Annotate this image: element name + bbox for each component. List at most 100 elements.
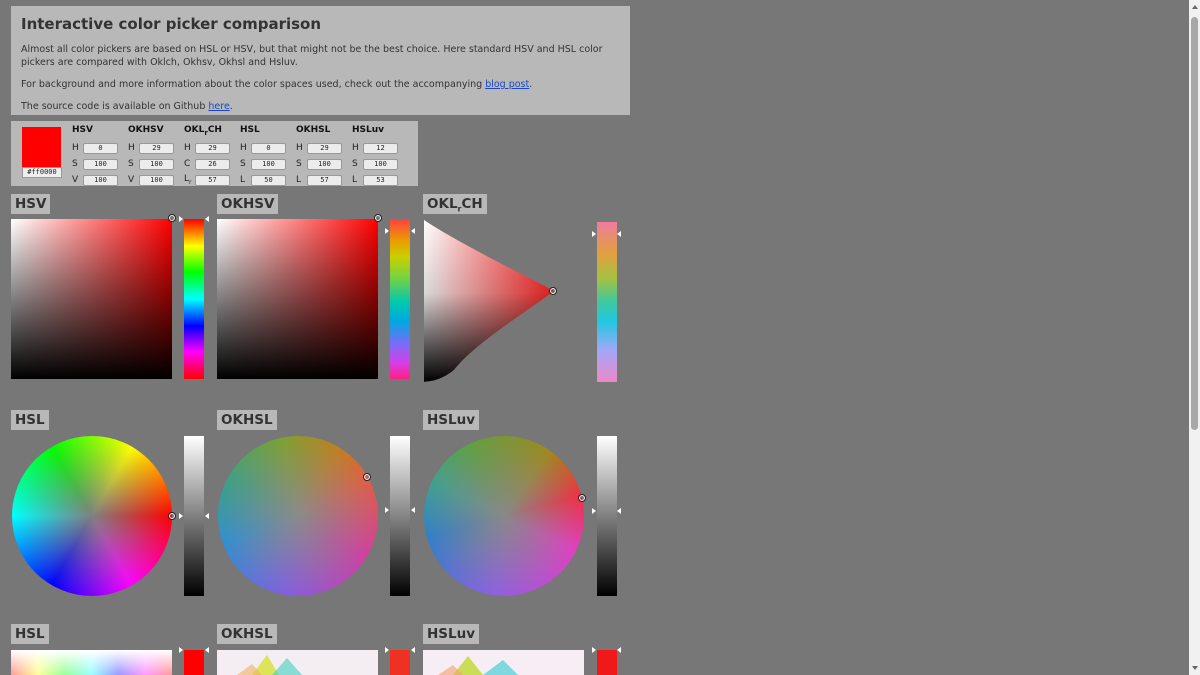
hsv-v-label: V (72, 175, 79, 185)
hsluv-s-label: S (352, 159, 358, 169)
okhsl-l-input[interactable]: 57 (307, 174, 342, 186)
oklrch-l-label-sub: r (189, 178, 192, 186)
hsluv-s-input[interactable]: 100 (363, 158, 398, 170)
okhsl-lightness-slider[interactable] (390, 436, 410, 596)
hsv-section-title: HSV (11, 194, 51, 214)
okhsv-square-handle-icon[interactable] (374, 214, 382, 222)
scroll-down-arrow-icon[interactable] (1192, 666, 1198, 670)
hsluv-slider-left-arrow-icon (592, 508, 596, 514)
okhsl-s-input[interactable]: 100 (307, 158, 342, 170)
okhsv-hue-slider[interactable] (390, 219, 410, 379)
oklrch-slider-right-arrow-icon (617, 231, 621, 237)
hsl-slider-right-arrow-icon (205, 513, 209, 519)
hsl-l-label: L (240, 175, 246, 185)
oklrch-section-title: OKLrCH (423, 194, 487, 214)
okhsv-h-input[interactable]: 29 (139, 142, 174, 154)
hsl-values: HSL H0 S 100 L 50 (240, 125, 286, 188)
okhsv-h-label: H (128, 143, 135, 153)
okhsv-v-input[interactable]: 100 (139, 174, 174, 186)
hsl-bottom-left-arrow-icon (179, 647, 183, 653)
okhsv-values-title: OKHSV (128, 125, 164, 135)
hsluv-lightness-slider[interactable] (597, 436, 617, 596)
okhsv-s-input[interactable]: 100 (139, 158, 174, 170)
page-title: Interactive color picker comparison (21, 15, 322, 33)
oklrch-l-label: Lr (184, 174, 194, 186)
hsv-square-handle-icon[interactable] (168, 214, 176, 222)
hsluv-slider-right-arrow-icon (617, 508, 621, 514)
hsluv-bottom-left-arrow-icon (592, 647, 596, 653)
okhsl-values-title: OKHSL (296, 125, 331, 135)
hsluv-h-input[interactable]: 12 (363, 142, 398, 154)
oklrch-section-title-main: OKL (427, 196, 458, 212)
oklrch-values-title: OKLrCH (184, 125, 230, 140)
intro-paragraph: Almost all color pickers are based on HS… (21, 44, 603, 68)
hsluv-bottom-right-arrow-icon (617, 647, 621, 653)
oklrch-h-label: H (184, 143, 191, 153)
okhsv-v-label: V (128, 175, 135, 185)
oklrch-c-input[interactable]: 26 (195, 158, 230, 170)
hsl-s-input[interactable]: 100 (251, 158, 286, 170)
oklrch-l-input[interactable]: 57 (195, 174, 230, 186)
hsl-h-input[interactable]: 0 (251, 142, 286, 154)
oklrch-hue-slider[interactable] (597, 222, 617, 382)
hsv-h-input[interactable]: 0 (83, 142, 118, 154)
okhsl-s-label: S (296, 159, 302, 169)
okhsl-wheel-handle-icon[interactable] (363, 473, 371, 481)
blog-text-end: . (529, 79, 533, 90)
okhsv-slider-right-arrow-icon (411, 228, 415, 234)
okhsl-l-label: L (296, 175, 302, 185)
okhsl-bottom-slider[interactable] (390, 650, 410, 675)
okhsl-values: OKHSL H 29 S 100 L 57 (296, 125, 342, 188)
hsluv-values-title: HSLuv (352, 125, 385, 135)
hsv-h-label: H (72, 143, 79, 153)
okhsl-h-input[interactable]: 29 (307, 142, 342, 154)
hsl-bottom-section-title: HSL (11, 624, 49, 644)
hsluv-bottom-picker[interactable] (423, 650, 584, 675)
hsl-bottom-picker[interactable] (11, 650, 172, 675)
page-scrollbar[interactable] (1189, 0, 1200, 675)
hsl-values-title: HSL (240, 125, 260, 135)
hsl-wheel-handle-icon[interactable] (168, 512, 176, 520)
okhsl-slider-left-arrow-icon (385, 507, 389, 513)
oklrch-lc-triangle[interactable] (424, 220, 559, 383)
github-link[interactable]: here (208, 101, 229, 112)
hsv-slider-left-arrow-icon (179, 216, 183, 222)
hsl-h-label: H (240, 143, 247, 153)
okhsl-bottom-section-title: OKHSL (217, 624, 277, 644)
color-swatch (22, 127, 61, 167)
hsv-sv-square[interactable] (11, 219, 172, 379)
hsv-hue-slider[interactable] (184, 219, 204, 379)
okhsl-bottom-left-arrow-icon (385, 647, 389, 653)
hex-input[interactable]: #ff0000 (22, 167, 62, 178)
hsluv-bottom-section-title: HSLuv (423, 624, 480, 644)
oklrch-h-input[interactable]: 29 (195, 142, 230, 154)
hsluv-bottom-slider[interactable] (597, 650, 617, 675)
oklrch-slider-left-arrow-icon (592, 231, 596, 237)
hsv-values-title: HSV (72, 125, 93, 135)
hsl-bottom-slider[interactable] (184, 650, 204, 675)
source-paragraph: The source code is available on Github h… (21, 100, 620, 113)
hsluv-wheel-handle-icon[interactable] (578, 494, 586, 502)
oklrch-triangle-handle-icon[interactable] (549, 287, 557, 295)
hsl-bottom-right-arrow-icon (205, 647, 209, 653)
hsv-v-input[interactable]: 100 (83, 174, 118, 186)
scrollbar-thumb[interactable] (1191, 17, 1198, 430)
okhsl-h-label: H (296, 143, 303, 153)
hsv-s-input[interactable]: 100 (83, 158, 118, 170)
hsluv-l-input[interactable]: 53 (363, 174, 398, 186)
okhsl-color-wheel[interactable] (218, 436, 378, 596)
hsl-lightness-slider[interactable] (184, 436, 204, 596)
okhsl-bottom-picker[interactable] (217, 650, 378, 675)
oklrch-section-title-rest: CH (461, 196, 483, 212)
source-text-end: . (229, 101, 233, 112)
okhsv-sv-square[interactable] (217, 219, 378, 379)
scroll-up-arrow-icon[interactable] (1192, 5, 1198, 9)
hsluv-color-wheel[interactable] (424, 436, 584, 596)
hsl-color-wheel[interactable] (12, 436, 172, 596)
hsluv-values: HSLuv H 12 S 100 L 53 (352, 125, 398, 188)
oklrch-c-label: C (184, 159, 191, 169)
blog-post-link[interactable]: blog post (485, 79, 529, 90)
hsl-l-input[interactable]: 50 (251, 174, 286, 186)
hsluv-wheel-section-title: HSLuv (423, 410, 480, 430)
okhsv-section-title: OKHSV (217, 194, 279, 214)
